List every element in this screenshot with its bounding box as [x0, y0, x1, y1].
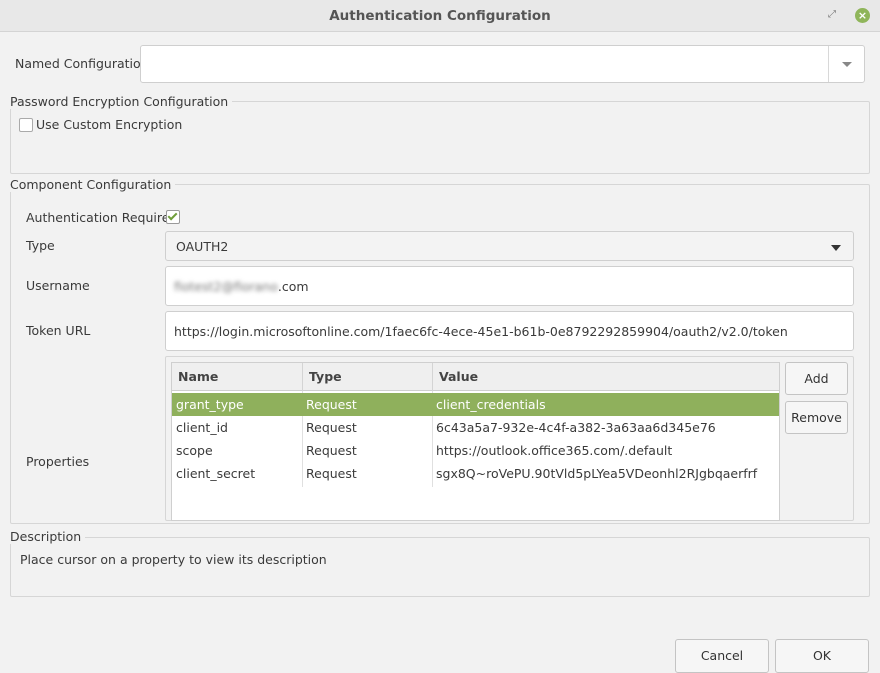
- type-select[interactable]: OAUTH2: [165, 231, 854, 261]
- description-text: Place cursor on a property to view its d…: [20, 552, 327, 567]
- named-configuration-dropdown-button[interactable]: [828, 46, 864, 82]
- token-url-field[interactable]: https://login.microsoftonline.com/1faec6…: [165, 311, 854, 351]
- properties-table[interactable]: Name Type Value grant_type Request clien…: [171, 362, 780, 521]
- type-label: Type: [26, 238, 55, 253]
- table-row[interactable]: grant_type Request client_credentials: [172, 393, 779, 416]
- column-header-type[interactable]: Type: [303, 363, 433, 391]
- cell-name: client_id: [176, 420, 228, 435]
- cell-type: Request: [306, 397, 357, 412]
- cell-type: Request: [306, 466, 357, 481]
- username-suffix: .com: [277, 278, 309, 294]
- cell-value: 6c43a5a7-932e-4c4f-a382-3a63aa6d345e76: [436, 420, 716, 435]
- column-header-value[interactable]: Value: [433, 363, 779, 391]
- named-configuration-label: Named Configuration: [15, 56, 149, 71]
- column-header-name[interactable]: Name: [172, 363, 303, 391]
- cell-type: Request: [306, 420, 357, 435]
- cell-value: client_credentials: [436, 397, 546, 412]
- table-header: Name Type Value: [172, 363, 779, 391]
- remove-button[interactable]: Remove: [785, 401, 848, 434]
- cell-type: Request: [306, 443, 357, 458]
- chevron-down-icon: [842, 62, 852, 67]
- use-custom-encryption-label: Use Custom Encryption: [36, 117, 183, 132]
- cell-name: scope: [176, 443, 213, 458]
- authentication-required-label: Authentication Required: [26, 210, 178, 225]
- title-bar: Authentication Configuration ⤢ ×: [0, 0, 880, 32]
- username-field[interactable]: fiotest2@fiorano .com: [165, 266, 854, 306]
- username-label: Username: [26, 278, 90, 293]
- type-value: OAUTH2: [176, 238, 229, 254]
- component-configuration-title: Component Configuration: [10, 177, 176, 192]
- token-url-label: Token URL: [26, 323, 91, 338]
- table-row[interactable]: client_secret Request sgx8Q~roVePU.90tVl…: [172, 462, 779, 485]
- close-icon[interactable]: ×: [855, 8, 870, 23]
- properties-label: Properties: [26, 454, 90, 469]
- description-title: Description: [10, 529, 86, 544]
- cell-value: https://outlook.office365.com/.default: [436, 443, 673, 458]
- password-encryption-group: [10, 101, 870, 174]
- chevron-down-icon: [831, 245, 841, 251]
- username-redacted: fiotest2@fiorano: [174, 278, 278, 294]
- window-title: Authentication Configuration: [329, 8, 551, 24]
- token-url-value: https://login.microsoftonline.com/1faec6…: [174, 323, 788, 339]
- check-icon: [167, 210, 178, 221]
- cancel-button[interactable]: Cancel: [675, 639, 769, 673]
- cell-value: sgx8Q~roVePU.90tVld5pLYea5VDeonhl2RJgbqa…: [436, 466, 758, 481]
- table-row[interactable]: client_id Request 6c43a5a7-932e-4c4f-a38…: [172, 416, 779, 439]
- description-group: [10, 537, 870, 597]
- add-button[interactable]: Add: [785, 362, 848, 395]
- ok-button[interactable]: OK: [775, 639, 869, 673]
- password-encryption-title: Password Encryption Configuration: [10, 94, 233, 109]
- cell-name: client_secret: [176, 466, 256, 481]
- authentication-required-checkbox[interactable]: [166, 210, 180, 224]
- use-custom-encryption-checkbox[interactable]: [19, 118, 33, 132]
- named-configuration-combo[interactable]: [140, 45, 865, 83]
- table-row[interactable]: scope Request https://outlook.office365.…: [172, 439, 779, 462]
- cell-name: grant_type: [176, 397, 244, 412]
- restore-icon[interactable]: ⤢: [826, 9, 838, 21]
